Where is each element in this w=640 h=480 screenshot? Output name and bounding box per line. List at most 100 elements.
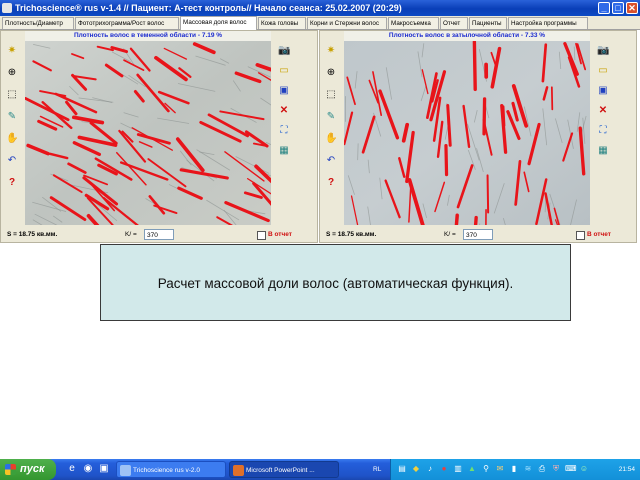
right-panel-footer: S = 18.75 кв.мм. K/ = 370 В отчет	[320, 229, 636, 242]
tray-usb-icon[interactable]: ⚲	[481, 464, 491, 474]
tray-printer-icon[interactable]: ⎙	[537, 464, 547, 474]
tray-messenger-icon[interactable]: ✉	[495, 464, 505, 474]
window-title: Trichoscience® rus v-1.4 // Пациент: А-т…	[15, 3, 402, 13]
left-area-value: S = 18.75 кв.мм.	[7, 231, 58, 238]
desktop-icon[interactable]: ▣	[98, 463, 110, 475]
taskbar: пуск e ◉ ▣ Trichoscience rus v-2.0 Micro…	[0, 459, 640, 480]
tray-battery-icon[interactable]: ▮	[509, 464, 519, 474]
windows-logo-icon	[5, 464, 16, 475]
hair-marking	[482, 97, 487, 136]
hair-marking	[444, 144, 449, 177]
select-rect-icon[interactable]: ⬚	[325, 89, 337, 101]
right-k-label: K/ =	[444, 231, 456, 238]
tray-chat-icon[interactable]: ☺	[579, 464, 589, 474]
start-button[interactable]: пуск	[0, 459, 56, 480]
undo-icon[interactable]: ↶	[325, 155, 337, 167]
hand-icon[interactable]: ✋	[325, 133, 337, 145]
left-right-toolbar: 📷 ▭ ▣ ✕ ⛶ ▦	[273, 41, 295, 226]
left-k-input[interactable]: 370	[144, 229, 174, 240]
grid-icon[interactable]: ▦	[597, 145, 609, 157]
browser-icon[interactable]: e	[66, 463, 78, 475]
tray-volume-icon[interactable]: ♪	[425, 464, 435, 474]
tab-patients[interactable]: Пациенты	[469, 17, 507, 29]
open-folder-icon[interactable]: ▭	[597, 65, 609, 77]
save-icon[interactable]: ▣	[278, 85, 290, 97]
caption-box: Расчет массовой доли волос (автоматическ…	[100, 244, 571, 321]
tray-wifi-icon[interactable]: ≋	[523, 464, 533, 474]
right-panel-right-toolbar: 📷 ▭ ▣ ✕ ⛶ ▦	[592, 41, 614, 226]
minimize-button[interactable]: _	[598, 2, 610, 14]
left-toolbar: ✷ ⊕ ⬚ ✎ ✋ ↶ ?	[1, 41, 25, 226]
maximize-button[interactable]: □	[612, 2, 624, 14]
app-icon	[2, 3, 12, 13]
hand-icon[interactable]: ✋	[6, 133, 18, 145]
tab-bar: Плотность/Диаметр Фототрихограмма/Рост в…	[0, 16, 640, 30]
left-report-label: В отчет	[268, 231, 292, 238]
right-report-label: В отчет	[587, 231, 611, 238]
system-tray: ▤ ◆ ♪ ● ▥ ▲ ⚲ ✉ ▮ ≋ ⎙ ⛨ ⌨ ☺ 21:54	[390, 459, 640, 480]
tray-display-icon[interactable]: ▥	[453, 464, 463, 474]
open-folder-icon[interactable]: ▭	[278, 65, 290, 77]
left-panel-footer: S = 18.75 кв.мм. K/ = 370 В отчет	[1, 229, 317, 242]
crosshair-icon[interactable]: ⊕	[325, 67, 337, 79]
tray-antivirus-icon[interactable]: ●	[439, 464, 449, 474]
tray-security-icon[interactable]: ◆	[411, 464, 421, 474]
media-icon[interactable]: ◉	[82, 463, 94, 475]
task-label: Microsoft PowerPoint ...	[246, 467, 315, 474]
left-hair-image[interactable]	[25, 41, 271, 225]
left-panel-header: Плотность волос в теменной области - 7.1…	[25, 31, 271, 41]
app-task-icon	[120, 465, 131, 476]
task-powerpoint[interactable]: Microsoft PowerPoint ...	[229, 461, 339, 478]
start-label: пуск	[20, 463, 45, 475]
tray-keyboard-icon[interactable]: ⌨	[565, 464, 577, 474]
right-hair-image[interactable]	[344, 41, 590, 225]
right-report-checkbox[interactable]	[576, 231, 585, 240]
tab-macro[interactable]: Макросъемка	[388, 17, 439, 29]
magic-wand-icon[interactable]: ✷	[6, 45, 18, 57]
left-panel: Плотность волос в теменной области - 7.1…	[0, 30, 318, 243]
language-indicator[interactable]: RL	[373, 459, 381, 480]
hair-marking	[486, 174, 490, 214]
task-trichoscience[interactable]: Trichoscience rus v-2.0	[116, 461, 226, 478]
delete-icon[interactable]: ✕	[278, 105, 290, 117]
right-area-value: S = 18.75 кв.мм.	[326, 231, 377, 238]
magic-wand-icon[interactable]: ✷	[325, 45, 337, 57]
save-icon[interactable]: ▣	[597, 85, 609, 97]
right-panel-header: Плотность волос в затылочной области - 7…	[344, 31, 590, 41]
select-rect-icon[interactable]: ⬚	[6, 89, 18, 101]
left-report-checkbox[interactable]	[257, 231, 266, 240]
right-panel: Плотность волос в затылочной области - 7…	[319, 30, 637, 243]
undo-icon[interactable]: ↶	[6, 155, 18, 167]
tab-density-diameter[interactable]: Плотность/Диаметр	[2, 17, 74, 29]
tab-settings[interactable]: Настройка программы	[508, 17, 588, 29]
title-bar: Trichoscience® rus v-1.4 // Пациент: А-т…	[0, 0, 640, 16]
hair-marking	[472, 41, 477, 92]
clock: 21:54	[618, 466, 635, 473]
task-label: Trichoscience rus v-2.0	[133, 467, 200, 474]
tray-shield-icon[interactable]: ⛨	[551, 464, 561, 474]
right-k-input[interactable]: 370	[463, 229, 493, 240]
tray-network-icon[interactable]: ▤	[397, 464, 407, 474]
help-icon[interactable]: ?	[6, 177, 18, 189]
fit-icon[interactable]: ⛶	[597, 125, 609, 137]
tab-mass-fraction[interactable]: Массовая доля волос	[180, 16, 257, 30]
crosshair-icon[interactable]: ⊕	[6, 67, 18, 79]
tab-scalp[interactable]: Кожа головы	[258, 17, 306, 29]
tab-phototrichogram[interactable]: Фототрихограмма/Рост волос	[75, 17, 179, 29]
tab-roots-shafts[interactable]: Корни и Стержни волос	[307, 17, 387, 29]
left-k-label: K/ =	[125, 231, 137, 238]
camera-icon[interactable]: 📷	[278, 45, 290, 57]
camera-icon[interactable]: 📷	[597, 45, 609, 57]
close-button[interactable]: ✕	[626, 2, 638, 14]
tray-update-icon[interactable]: ▲	[467, 464, 477, 474]
fit-icon[interactable]: ⛶	[278, 125, 290, 137]
brush-icon[interactable]: ✎	[6, 111, 18, 123]
help-icon[interactable]: ?	[325, 177, 337, 189]
brush-icon[interactable]: ✎	[325, 111, 337, 123]
delete-icon[interactable]: ✕	[597, 105, 609, 117]
right-panel-left-toolbar: ✷ ⊕ ⬚ ✎ ✋ ↶ ?	[320, 41, 344, 226]
powerpoint-icon	[233, 465, 244, 476]
tab-report[interactable]: Отчет	[440, 17, 468, 29]
hair-marking	[473, 215, 478, 225]
grid-icon[interactable]: ▦	[278, 145, 290, 157]
